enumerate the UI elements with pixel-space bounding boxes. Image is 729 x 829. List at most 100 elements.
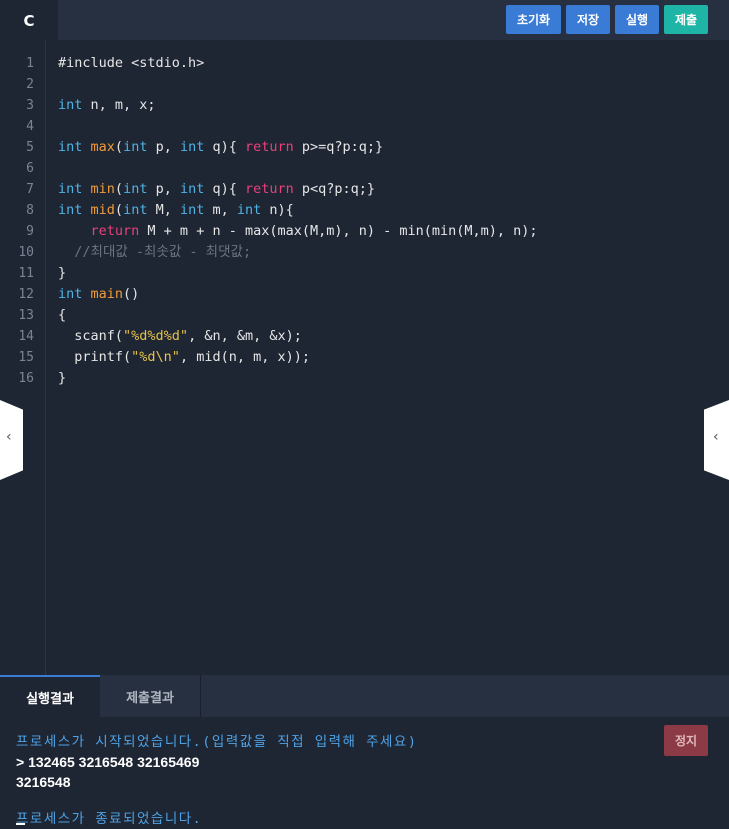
- code-token: main: [90, 286, 124, 302]
- left-panel-toggle[interactable]: ‹: [0, 400, 23, 480]
- code-token: return: [90, 223, 140, 239]
- line-number: 3: [26, 98, 34, 113]
- code-token: int: [58, 286, 83, 302]
- line-number: 16: [18, 371, 34, 386]
- code-token: scanf(: [58, 328, 124, 344]
- console-output-line: 3216548: [16, 774, 71, 790]
- code-line[interactable]: {: [58, 305, 66, 326]
- code-token: int: [236, 202, 262, 218]
- code-token: M + m + n - max(max(M,m), n) - min(min(M…: [139, 223, 538, 239]
- line-number: 12: [18, 287, 34, 302]
- code-token: p<q?p:q;}: [293, 181, 376, 197]
- line-number: 4: [26, 119, 34, 134]
- code-token: p,: [147, 139, 180, 155]
- code-line[interactable]: scanf("%d%d%d", &n, &m, &x);: [58, 326, 302, 347]
- code-token: min: [90, 181, 115, 197]
- code-token: , &n, &m, &x);: [188, 328, 302, 344]
- code-token: (: [114, 202, 124, 218]
- language-tab[interactable]: C: [0, 0, 58, 40]
- code-token: (: [114, 181, 124, 197]
- output-tabs: 실행결과 제출결과: [0, 675, 729, 717]
- line-number: 9: [26, 224, 34, 239]
- chevron-left-icon: ‹: [6, 429, 12, 445]
- text-cursor: [16, 823, 25, 825]
- reset-button[interactable]: 초기화: [506, 5, 561, 34]
- code-token: int: [58, 139, 83, 155]
- code-token: q){: [204, 139, 245, 155]
- code-token: q){: [204, 181, 245, 197]
- code-token: return: [245, 139, 294, 155]
- line-number: 6: [26, 161, 34, 176]
- code-token: int: [123, 181, 148, 197]
- code-token: int: [58, 97, 83, 113]
- right-panel-toggle[interactable]: ‹: [704, 400, 729, 480]
- code-line[interactable]: //최대값 -최솟값 - 최댓값;: [58, 242, 251, 263]
- tab-run-result[interactable]: 실행결과: [0, 675, 100, 717]
- code-token: p>=q?p:q;}: [293, 139, 384, 155]
- code-line[interactable]: int n, m, x;: [58, 95, 156, 116]
- code-token: int: [123, 202, 148, 218]
- code-token: }: [58, 370, 67, 386]
- code-token: {: [58, 307, 67, 323]
- code-line[interactable]: }: [58, 263, 66, 284]
- code-token: #include <stdio.h>: [58, 55, 205, 71]
- tab-submit-result[interactable]: 제출결과: [100, 675, 201, 717]
- code-line[interactable]: int mid(int M, int m, int n){: [58, 200, 294, 221]
- code-token: , mid(n, m, x));: [179, 349, 310, 365]
- save-button[interactable]: 저장: [566, 5, 610, 34]
- console-output[interactable]: 정지 프로세스가 시작되었습니다.(입력값을 직접 입력해 주세요) > 132…: [0, 717, 729, 829]
- code-token: int: [58, 202, 83, 218]
- code-line[interactable]: }: [58, 368, 66, 389]
- line-number: 7: [26, 182, 34, 197]
- line-number: 15: [18, 350, 34, 365]
- code-token: return: [245, 181, 294, 197]
- code-token: n, m, x;: [82, 97, 156, 113]
- submit-button[interactable]: 제출: [664, 5, 708, 34]
- code-line[interactable]: return M + m + n - max(max(M,m), n) - mi…: [58, 221, 538, 242]
- run-button[interactable]: 실행: [615, 5, 659, 34]
- line-number: 11: [18, 266, 34, 281]
- code-token: //최대값 -최솟값 - 최댓값;: [74, 244, 252, 260]
- line-number: 1: [26, 56, 34, 71]
- code-line[interactable]: int max(int p, int q){ return p>=q?p:q;}: [58, 137, 383, 158]
- line-number: 10: [18, 245, 34, 260]
- code-token: int: [58, 181, 83, 197]
- line-number: 5: [26, 140, 34, 155]
- output-panel: 실행결과 제출결과 정지 프로세스가 시작되었습니다.(입력값을 직접 입력해 …: [0, 675, 729, 829]
- code-token: m,: [204, 202, 237, 218]
- code-token: max: [90, 139, 115, 155]
- code-editor[interactable]: 1 2 3 4 5 6 7 8 9 10 11 12 13 14 15 16 #include <stdio.…: [0, 40, 729, 675]
- code-token: mid: [90, 202, 115, 218]
- code-token: (: [114, 139, 124, 155]
- line-number: 14: [18, 329, 34, 344]
- code-token: M,: [147, 202, 180, 218]
- code-token: p,: [147, 181, 180, 197]
- code-token: "%d%d%d": [123, 328, 189, 344]
- code-line[interactable]: #include <stdio.h>: [58, 53, 204, 74]
- console-input-line: > 132465 3216548 32165469: [16, 754, 200, 770]
- code-token: n){: [261, 202, 294, 218]
- line-number: 8: [26, 203, 34, 218]
- code-line[interactable]: printf("%d\n", mid(n, m, x));: [58, 347, 310, 368]
- code-line[interactable]: int main(): [58, 284, 139, 305]
- code-token: "%d\n": [131, 349, 180, 365]
- process-ended-message: 프로세스가 종료되었습니다.: [16, 811, 203, 827]
- line-number-gutter: 1 2 3 4 5 6 7 8 9 10 11 12 13 14 15 16: [0, 40, 46, 675]
- code-token: int: [123, 139, 148, 155]
- code-token: int: [179, 139, 205, 155]
- code-token: int: [179, 181, 205, 197]
- line-number: 13: [18, 308, 34, 323]
- code-token: printf(: [58, 349, 132, 365]
- code-line[interactable]: int min(int p, int q){ return p<q?p:q;}: [58, 179, 375, 200]
- stop-button[interactable]: 정지: [664, 725, 708, 756]
- code-token: (): [123, 286, 140, 302]
- chevron-left-icon: ‹: [713, 429, 719, 445]
- top-toolbar: C 초기화 저장 실행 제출: [0, 0, 729, 40]
- code-token: int: [179, 202, 205, 218]
